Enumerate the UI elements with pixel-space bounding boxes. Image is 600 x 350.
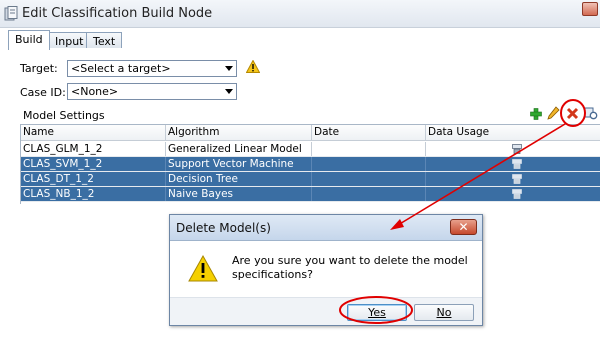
close-icon: ✕ xyxy=(458,220,469,234)
target-label: Target: xyxy=(20,62,58,75)
add-icon[interactable] xyxy=(530,108,542,120)
tab-strip: Build Input Text xyxy=(0,28,600,50)
tab-text[interactable]: Text xyxy=(86,32,123,49)
dialog-title: Delete Model(s) xyxy=(176,221,271,235)
warning-icon xyxy=(246,60,260,73)
data-usage-icon[interactable] xyxy=(512,189,522,199)
cell-algorithm: Support Vector Machine xyxy=(166,157,312,171)
delete-models-dialog: Delete Model(s) ✕ Are you sure you want … xyxy=(169,214,483,326)
case-id-label: Case ID: xyxy=(20,86,66,99)
cell-date xyxy=(312,157,426,171)
dialog-titlebar: Delete Model(s) ✕ xyxy=(170,215,482,241)
cell-algorithm: Generalized Linear Model xyxy=(166,142,312,156)
edit-icon[interactable] xyxy=(547,106,560,120)
model-table: Name Algorithm Date Data Usage CLAS_GLM_… xyxy=(20,124,600,204)
cell-name: CLAS_SVM_1_2 xyxy=(21,157,166,171)
case-id-select-value: <None> xyxy=(71,85,119,98)
table-row[interactable]: CLAS_NB_1_2 Naive Bayes xyxy=(21,187,600,202)
cell-date xyxy=(312,172,426,186)
cell-name: CLAS_DT_1_2 xyxy=(21,172,166,186)
column-header-algorithm[interactable]: Algorithm xyxy=(166,125,312,140)
column-header-data-usage[interactable]: Data Usage xyxy=(426,125,600,140)
table-row[interactable]: CLAS_GLM_1_2 Generalized Linear Model xyxy=(21,142,600,157)
case-id-select[interactable]: <None> xyxy=(67,83,237,100)
target-select-value: <Select a target> xyxy=(71,62,171,75)
delete-icon[interactable] xyxy=(566,107,579,120)
cell-data-usage[interactable] xyxy=(426,142,600,156)
cell-data-usage[interactable] xyxy=(426,172,600,186)
cell-data-usage[interactable] xyxy=(426,157,600,171)
cell-algorithm: Decision Tree xyxy=(166,172,312,186)
data-usage-icon[interactable] xyxy=(512,159,522,169)
target-select[interactable]: <Select a target> xyxy=(67,60,237,77)
no-button[interactable]: No xyxy=(414,304,474,321)
dialog-message: Are you sure you want to delete the mode… xyxy=(232,254,468,281)
app-icon xyxy=(4,6,18,21)
column-header-date[interactable]: Date xyxy=(312,125,426,140)
column-header-name[interactable]: Name xyxy=(21,125,166,140)
window-close-button[interactable] xyxy=(582,2,598,16)
cell-data-usage[interactable] xyxy=(426,187,600,201)
table-row[interactable]: CLAS_SVM_1_2 Support Vector Machine xyxy=(21,157,600,172)
dialog-footer: Yes No xyxy=(170,297,482,325)
cell-name: CLAS_NB_1_2 xyxy=(21,187,166,201)
data-usage-icon[interactable] xyxy=(512,174,522,184)
chevron-down-icon xyxy=(225,89,233,94)
window-titlebar: Edit Classification Build Node xyxy=(0,0,600,28)
tab-build[interactable]: Build xyxy=(8,30,50,50)
data-usage-icon[interactable] xyxy=(512,144,522,154)
dialog-body: Are you sure you want to delete the mode… xyxy=(170,241,482,325)
cell-name: CLAS_GLM_1_2 xyxy=(21,142,166,156)
table-row[interactable]: CLAS_DT_1_2 Decision Tree xyxy=(21,172,600,187)
yes-button[interactable]: Yes xyxy=(347,304,407,321)
cell-date xyxy=(312,142,426,156)
cell-algorithm: Naive Bayes xyxy=(166,187,312,201)
model-settings-title: Model Settings xyxy=(23,109,105,122)
chevron-down-icon xyxy=(225,66,233,71)
table-header: Name Algorithm Date Data Usage xyxy=(21,125,600,141)
window-title: Edit Classification Build Node xyxy=(22,6,213,21)
dialog-close-button[interactable]: ✕ xyxy=(450,219,477,235)
compare-icon[interactable] xyxy=(584,106,598,120)
warning-icon xyxy=(188,255,218,282)
tab-input[interactable]: Input xyxy=(48,32,91,49)
cell-date xyxy=(312,187,426,201)
